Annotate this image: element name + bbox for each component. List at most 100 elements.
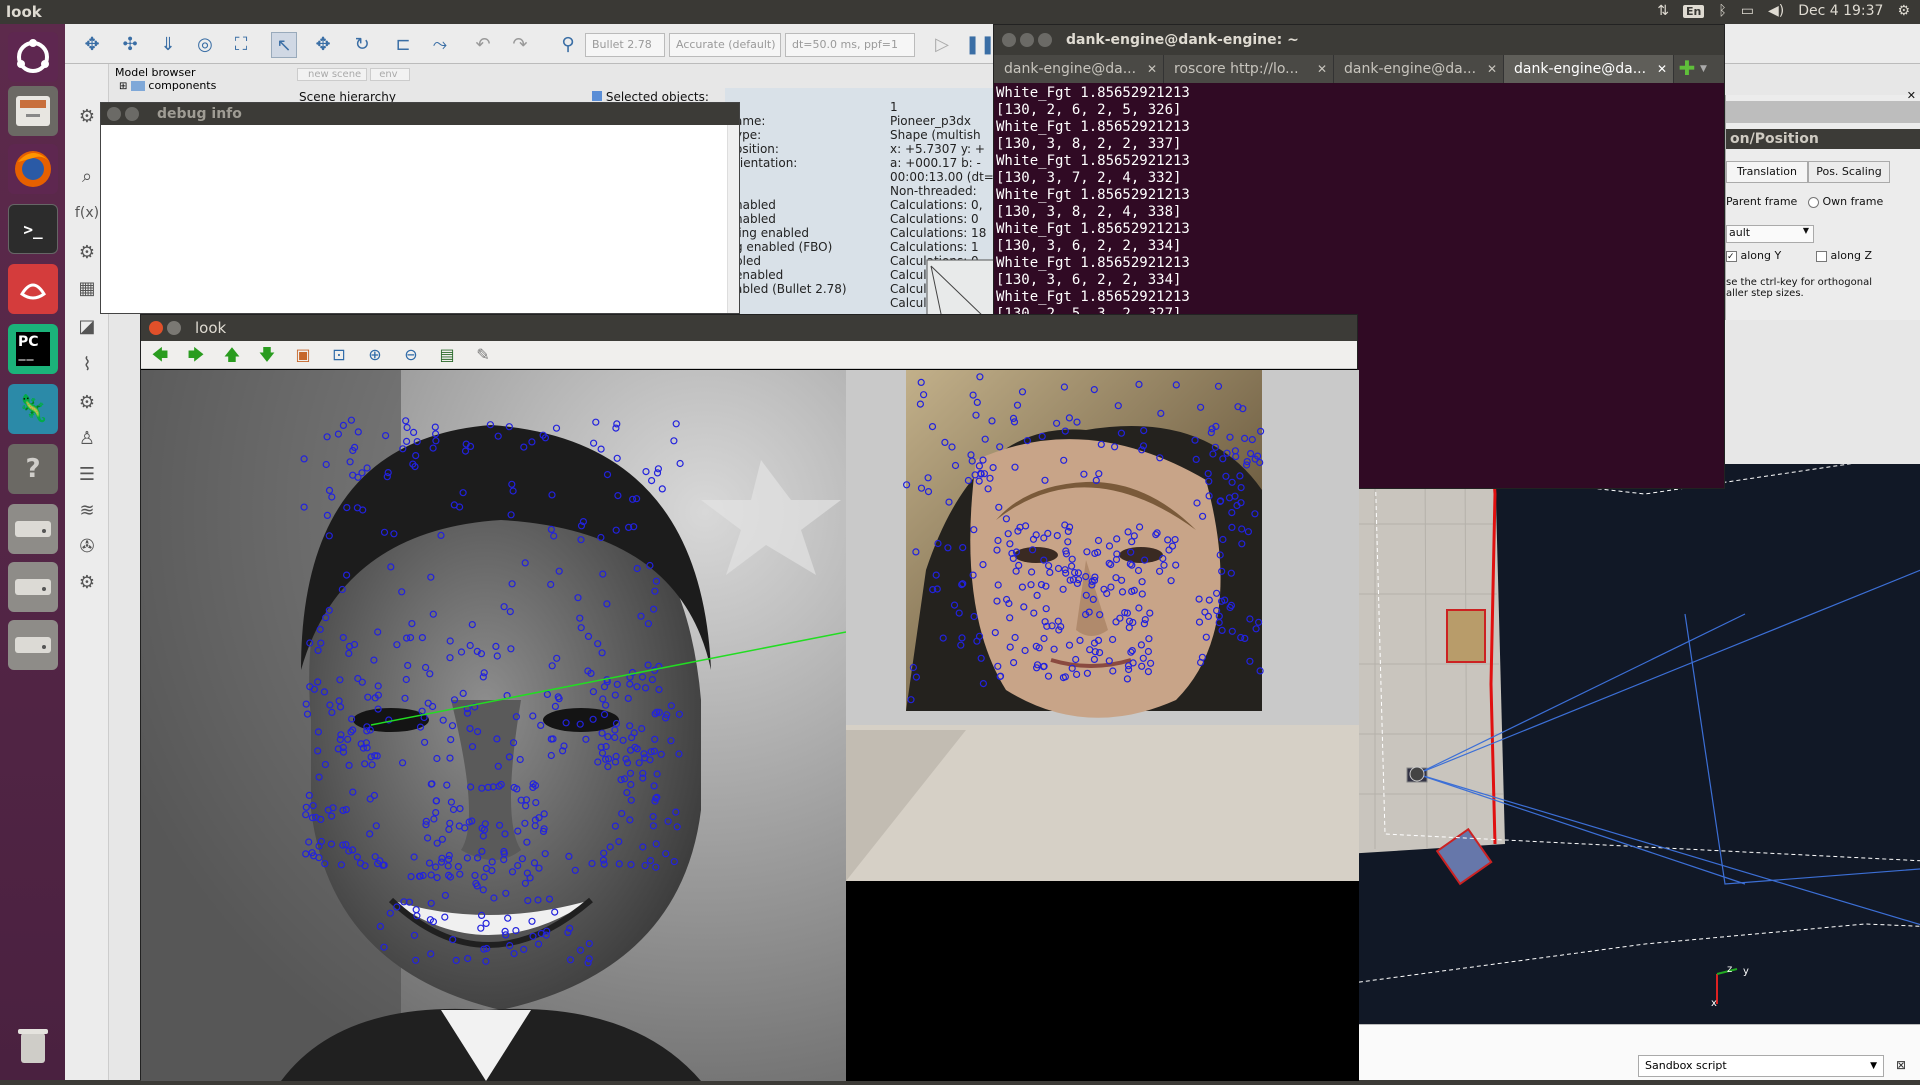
scene-viewport[interactable]: z y x [1344, 453, 1920, 1024]
pycharm-icon[interactable]: PC —— [8, 324, 58, 374]
new-tab-icon[interactable]: ✚ [1674, 55, 1700, 83]
terminal-tab-active[interactable]: dank-engine@da... ✕ [1504, 55, 1674, 83]
ubuntu-logo-icon[interactable] [8, 32, 58, 82]
keyboard-layout-indicator[interactable]: En [1682, 4, 1705, 18]
close-tab-icon[interactable]: ✕ [1657, 55, 1667, 83]
physics-engine-select[interactable]: Bullet 2.78 [585, 33, 665, 57]
play-icon[interactable]: ▷ [929, 32, 955, 58]
settings-icon[interactable]: ⚙ [74, 390, 100, 416]
film-icon[interactable]: ✇ [74, 534, 100, 560]
terminal-tab[interactable]: dank-engine@da... ✕ [1334, 55, 1504, 83]
along-z-checkbox[interactable]: along Z [1816, 249, 1872, 262]
tab-pos-scaling[interactable]: Pos. Scaling [1808, 161, 1890, 183]
files-icon[interactable] [8, 86, 58, 136]
click-select-icon[interactable]: ↖ [271, 32, 297, 58]
close-icon[interactable] [149, 321, 163, 335]
close-icon[interactable]: ✕ [1907, 89, 1916, 102]
chevron-down-icon[interactable]: ▼ [1700, 55, 1720, 83]
own-frame-option[interactable]: Own frame [1808, 195, 1883, 208]
dynamics-toggle-icon[interactable]: ⚲ [555, 32, 581, 58]
calculator-icon[interactable]: ▦ [74, 276, 100, 302]
accuracy-select[interactable]: Accurate (default) [669, 33, 781, 57]
checkbox-icon[interactable] [592, 91, 602, 101]
down-arrow-icon[interactable]: 🡇 [256, 344, 278, 366]
clock[interactable]: Dec 4 19:37 [1798, 3, 1883, 19]
transfer-dna-icon[interactable]: ⤳ [427, 32, 453, 58]
close-tab-icon[interactable]: ✕ [1147, 55, 1157, 83]
layers-icon[interactable]: ≋ [74, 498, 100, 524]
save-icon[interactable]: ▤ [436, 344, 458, 366]
terminal-icon[interactable]: >_ [8, 204, 58, 254]
tab-env[interactable]: env [370, 68, 411, 81]
settings-icon[interactable]: ⚙ [74, 570, 100, 596]
settings-icon[interactable]: ⚙ [74, 104, 100, 130]
shift-camera-icon[interactable]: ⇓ [155, 32, 181, 58]
rotate-camera-icon[interactable]: ✣ [117, 32, 143, 58]
pdf-viewer-icon[interactable] [8, 264, 58, 314]
move-camera-icon[interactable]: ✥ [79, 32, 105, 58]
list-icon[interactable]: ☰ [74, 462, 100, 488]
look-titlebar[interactable]: look [141, 315, 1357, 341]
battery-icon[interactable]: ▭ [1741, 3, 1754, 19]
assemble-icon[interactable]: ⊏ [390, 32, 416, 58]
zoom-out-icon[interactable]: ⊖ [400, 344, 422, 366]
zoom-in-icon[interactable]: ⊕ [364, 344, 386, 366]
gazebo-icon[interactable]: 🦎 [8, 384, 58, 434]
model-browser-item[interactable]: ⊞ components [111, 79, 295, 92]
tab-new-scene[interactable]: new scene [297, 68, 367, 81]
frame-combo[interactable]: ault ▼ [1726, 225, 1814, 243]
bluetooth-icon[interactable]: ᛒ [1718, 3, 1726, 19]
drive-icon[interactable] [8, 620, 58, 670]
object-shift-icon[interactable]: ✥ [310, 32, 336, 58]
network-icon[interactable]: ⇅ [1657, 3, 1669, 19]
minimize-icon[interactable] [1020, 33, 1034, 47]
close-icon[interactable]: ⊠ [1896, 1058, 1906, 1072]
pause-icon[interactable]: ❚❚ [965, 32, 995, 58]
terminal-titlebar[interactable]: dank-engine@dank-engine: ~ [994, 25, 1724, 55]
path-icon[interactable]: ⌇ [74, 352, 100, 378]
undo-icon[interactable]: ↶ [470, 32, 496, 58]
look-window: look 🡄 🡆 🡅 🡇 ▣ ⊡ ⊕ ⊖ ▤ ✎ [140, 314, 1359, 1081]
minimize-icon[interactable] [167, 321, 181, 335]
debug-window-titlebar[interactable]: debug info [101, 103, 739, 125]
object-rotate-icon[interactable]: ↻ [349, 32, 375, 58]
drive-icon[interactable] [8, 562, 58, 612]
robot-icon[interactable]: ♙ [74, 426, 100, 452]
search-icon[interactable]: ⌕ [74, 164, 100, 190]
sandbox-script-select[interactable]: Sandbox script ▼ [1638, 1055, 1884, 1077]
maximize-icon[interactable] [1038, 33, 1052, 47]
redo-icon[interactable]: ↷ [507, 32, 533, 58]
gear-icon[interactable]: ⚙ [1897, 3, 1910, 19]
terminal-output[interactable]: White_Fgt 1.85652921213 [130, 2, 6, 2, 5,… [994, 83, 1724, 323]
debug-scrollbar[interactable] [727, 125, 739, 313]
dialog-strip [1726, 101, 1920, 123]
back-arrow-icon[interactable]: 🡄 [149, 344, 171, 366]
minimize-icon[interactable] [125, 107, 139, 121]
parent-frame-option[interactable]: Parent frame [1726, 195, 1797, 208]
terminal-tab[interactable]: dank-engine@da... ✕ [994, 55, 1164, 83]
debug-window-title: debug info [157, 106, 242, 122]
fit-view-icon[interactable]: ⛶ [228, 32, 254, 58]
firefox-icon[interactable] [8, 144, 58, 194]
close-tab-icon[interactable]: ✕ [1317, 55, 1327, 83]
settings-icon[interactable]: ⚙ [74, 240, 100, 266]
shape-icon[interactable]: ◪ [74, 314, 100, 340]
tab-translation[interactable]: Translation [1726, 161, 1808, 183]
drive-icon[interactable] [8, 504, 58, 554]
function-icon[interactable]: f(x) [74, 200, 100, 226]
volume-icon[interactable]: ◀) [1768, 3, 1784, 19]
fit-window-icon[interactable]: ⊡ [328, 344, 350, 366]
trash-icon[interactable] [8, 1020, 58, 1070]
help-icon[interactable]: ? [8, 444, 58, 494]
terminal-tab[interactable]: roscore http://lo... ✕ [1164, 55, 1334, 83]
up-arrow-icon[interactable]: 🡅 [221, 344, 243, 366]
timestep-select[interactable]: dt=50.0 ms, ppf=1 [785, 33, 915, 57]
forward-arrow-icon[interactable]: 🡆 [185, 344, 207, 366]
edit-icon[interactable]: ✎ [472, 344, 494, 366]
close-tab-icon[interactable]: ✕ [1487, 55, 1497, 83]
close-icon[interactable] [1002, 33, 1016, 47]
along-y-checkbox[interactable]: ✓ along Y [1726, 249, 1781, 262]
image-icon[interactable]: ▣ [292, 344, 314, 366]
close-icon[interactable] [107, 107, 121, 121]
camera-angle-icon[interactable]: ◎ [192, 32, 218, 58]
